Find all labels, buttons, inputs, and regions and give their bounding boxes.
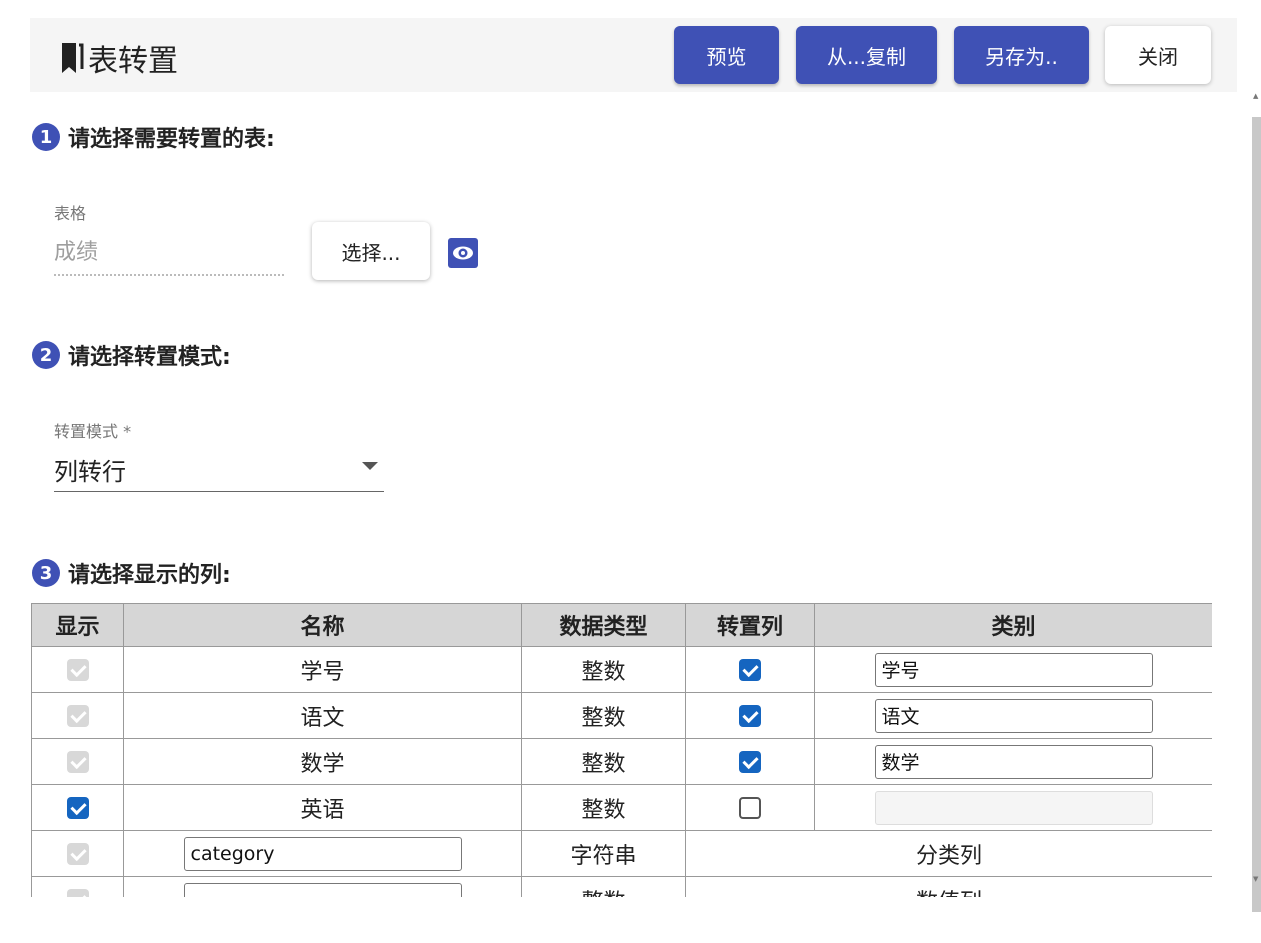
transpose-checkbox[interactable]: [739, 751, 761, 773]
table-row: category 字符串 分类列: [31, 830, 1212, 877]
bookmark-icon: [62, 43, 84, 73]
column-header-category: 类别: [814, 603, 1212, 647]
step2-heading: 2 请选择转置模式:: [32, 339, 231, 371]
select-table-button[interactable]: 选择...: [312, 222, 430, 280]
scroll-down-icon[interactable]: ▼: [1253, 875, 1258, 883]
show-checkbox: [66, 705, 89, 727]
save-as-button[interactable]: 另存为..: [954, 26, 1089, 84]
step3-heading: 3 请选择显示的列:: [32, 557, 231, 589]
column-type: 整数: [521, 692, 686, 739]
header-bar: 表转置 预览 从...复制 另存为.. 关闭: [30, 18, 1237, 92]
category-input[interactable]: 语文: [874, 698, 1153, 733]
column-type: 整数: [521, 738, 686, 785]
column-name: 数学: [123, 738, 522, 785]
show-checkbox[interactable]: [66, 797, 89, 819]
column-role: 数值列: [685, 876, 1212, 897]
category-input[interactable]: 学号: [874, 652, 1153, 687]
column-type: 整数: [521, 784, 686, 831]
vertical-scrollbar[interactable]: ▲ ▼: [1252, 92, 1261, 912]
close-button[interactable]: 关闭: [1105, 26, 1211, 84]
table-row: 语文 整数 语文: [31, 692, 1212, 739]
mode-select[interactable]: 列转行: [54, 452, 126, 487]
category-input[interactable]: 数学: [874, 744, 1153, 779]
step1-number-icon: 1: [32, 123, 60, 151]
columns-table-container: 显示 名称 数据类型 转置列 类别 学号 整数 学号 语文 整数 语文 数学 整…: [31, 603, 1212, 897]
scrollbar-thumb[interactable]: [1252, 117, 1261, 912]
show-checkbox: [66, 889, 89, 897]
column-type: 整数: [521, 646, 686, 693]
category-input: [874, 790, 1153, 825]
column-header-transpose: 转置列: [685, 603, 815, 647]
column-header-type: 数据类型: [521, 603, 686, 647]
step1-heading: 1 请选择需要转置的表:: [32, 121, 275, 153]
column-header-name: 名称: [123, 603, 522, 647]
page-title: 表转置: [88, 44, 178, 79]
step3-number-icon: 3: [32, 559, 60, 587]
transpose-checkbox[interactable]: [739, 705, 761, 727]
show-checkbox: [66, 843, 89, 865]
show-checkbox: [66, 751, 89, 773]
table-row: 英语 整数: [31, 784, 1212, 831]
column-name: 学号: [123, 646, 522, 693]
table-header-row: 显示 名称 数据类型 转置列 类别: [31, 603, 1212, 647]
scroll-up-icon[interactable]: ▲: [1253, 92, 1258, 100]
column-name: 英语: [123, 784, 522, 831]
dropdown-arrow-icon[interactable]: [362, 462, 378, 470]
step2-title: 请选择转置模式:: [68, 345, 231, 370]
eye-icon[interactable]: [448, 238, 478, 268]
table-row: 数学 整数 数学: [31, 738, 1212, 785]
preview-button[interactable]: 预览: [674, 26, 779, 84]
value-column-name-input[interactable]: [183, 882, 462, 897]
category-column-name-input[interactable]: category: [183, 836, 462, 871]
step2-number-icon: 2: [32, 341, 60, 369]
mode-select-underline: [54, 491, 384, 492]
transpose-checkbox[interactable]: [739, 797, 761, 819]
table-field-label: 表格: [54, 204, 87, 223]
column-header-show: 显示: [31, 603, 124, 647]
transpose-checkbox[interactable]: [739, 659, 761, 681]
column-type: 字符串: [521, 830, 686, 877]
column-name: 语文: [123, 692, 522, 739]
title-area: 表转置: [60, 36, 178, 80]
show-checkbox: [66, 659, 89, 681]
table-field-underline: [54, 274, 284, 276]
table-field-value: 成绩: [54, 240, 99, 265]
column-role: 分类列: [685, 830, 1212, 877]
step1-title: 请选择需要转置的表:: [68, 127, 275, 152]
column-type: 整数: [521, 876, 686, 897]
copy-from-button[interactable]: 从...复制: [796, 26, 937, 84]
mode-field-label: 转置模式 *: [54, 422, 132, 441]
table-row: 整数 数值列: [31, 876, 1212, 897]
step3-title: 请选择显示的列:: [68, 563, 231, 588]
table-row: 学号 整数 学号: [31, 646, 1212, 693]
columns-table: 显示 名称 数据类型 转置列 类别 学号 整数 学号 语文 整数 语文 数学 整…: [31, 603, 1212, 897]
